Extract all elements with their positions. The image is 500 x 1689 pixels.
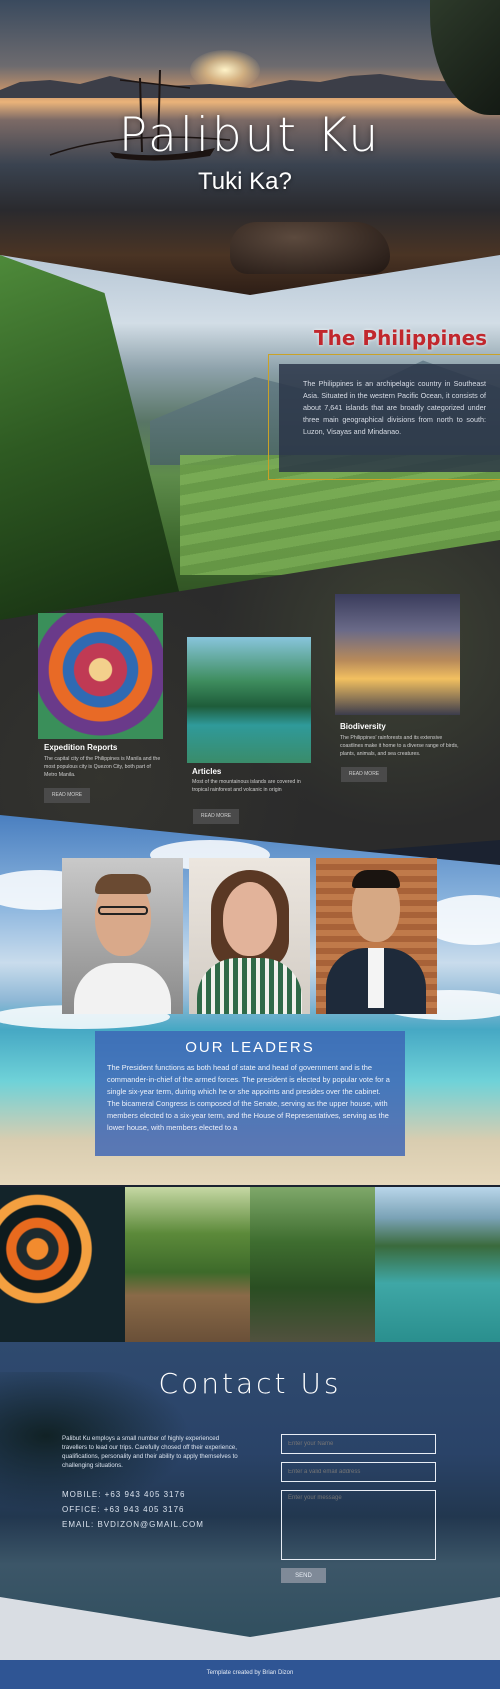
name-input[interactable] [281, 1434, 436, 1454]
philippines-title: The Philippines [314, 326, 488, 350]
contact-description: Palibut Ku employs a small number of hig… [62, 1435, 238, 1469]
leaders-description: The President functions as both head of … [107, 1063, 390, 1132]
gallery-jungle-hiker-image[interactable] [250, 1187, 375, 1342]
leader-portrait-3 [316, 858, 437, 1014]
articles-text: Most of the mountainous islands are cove… [192, 779, 301, 793]
leader-portrait-1 [62, 858, 183, 1014]
leaders-info-box: OUR LEADERS The President functions as b… [95, 1031, 405, 1156]
hero-title: Palibut Ku [118, 108, 382, 163]
contact-email[interactable]: EMAIL: BVDIZON@GMAIL.COM [62, 1520, 204, 1529]
expedition-reports-title[interactable]: Expedition Reports [44, 743, 117, 752]
expedition-reports-read-more-button[interactable]: READ MORE [44, 788, 90, 803]
contact-bottom-band [0, 1597, 500, 1660]
philippines-info-box: The Philippines is an archipelagic count… [279, 364, 500, 472]
gallery-koi-fish-image[interactable] [0, 1187, 125, 1342]
biodiversity-image[interactable] [335, 594, 460, 715]
leader-portrait-2 [189, 858, 310, 1014]
message-textarea[interactable] [281, 1490, 436, 1560]
expedition-reports-image[interactable] [38, 613, 163, 739]
articles-image[interactable] [187, 637, 311, 763]
leaders-title: OUR LEADERS [185, 1039, 315, 1056]
biodiversity-title[interactable]: Biodiversity [340, 722, 386, 731]
biodiversity-read-more-button[interactable]: READ MORE [341, 767, 387, 782]
footer-credit: Template created by Brian Dizon [206, 1670, 294, 1676]
expedition-reports-text: The capital city of the Philippines is M… [44, 756, 161, 778]
contact-title: Contact Us [158, 1367, 342, 1400]
contact-mobile: MOBILE: +63 943 405 3176 [62, 1490, 186, 1499]
send-button[interactable]: SEND [281, 1568, 326, 1583]
biodiversity-text: The Philippines' rainforests and its ext… [340, 735, 459, 757]
contact-office: OFFICE: +63 943 405 3176 [62, 1505, 185, 1514]
gallery-stairway-image[interactable] [125, 1187, 250, 1342]
hero-subtitle: Tuki Ka? [198, 168, 292, 195]
articles-read-more-button[interactable]: READ MORE [193, 809, 239, 824]
articles-title[interactable]: Articles [192, 767, 221, 776]
gallery-boat-lagoon-image[interactable] [375, 1187, 500, 1342]
philippines-description: The Philippines is an archipelagic count… [303, 379, 486, 436]
foreground-rock [230, 222, 390, 274]
email-input[interactable] [281, 1462, 436, 1482]
